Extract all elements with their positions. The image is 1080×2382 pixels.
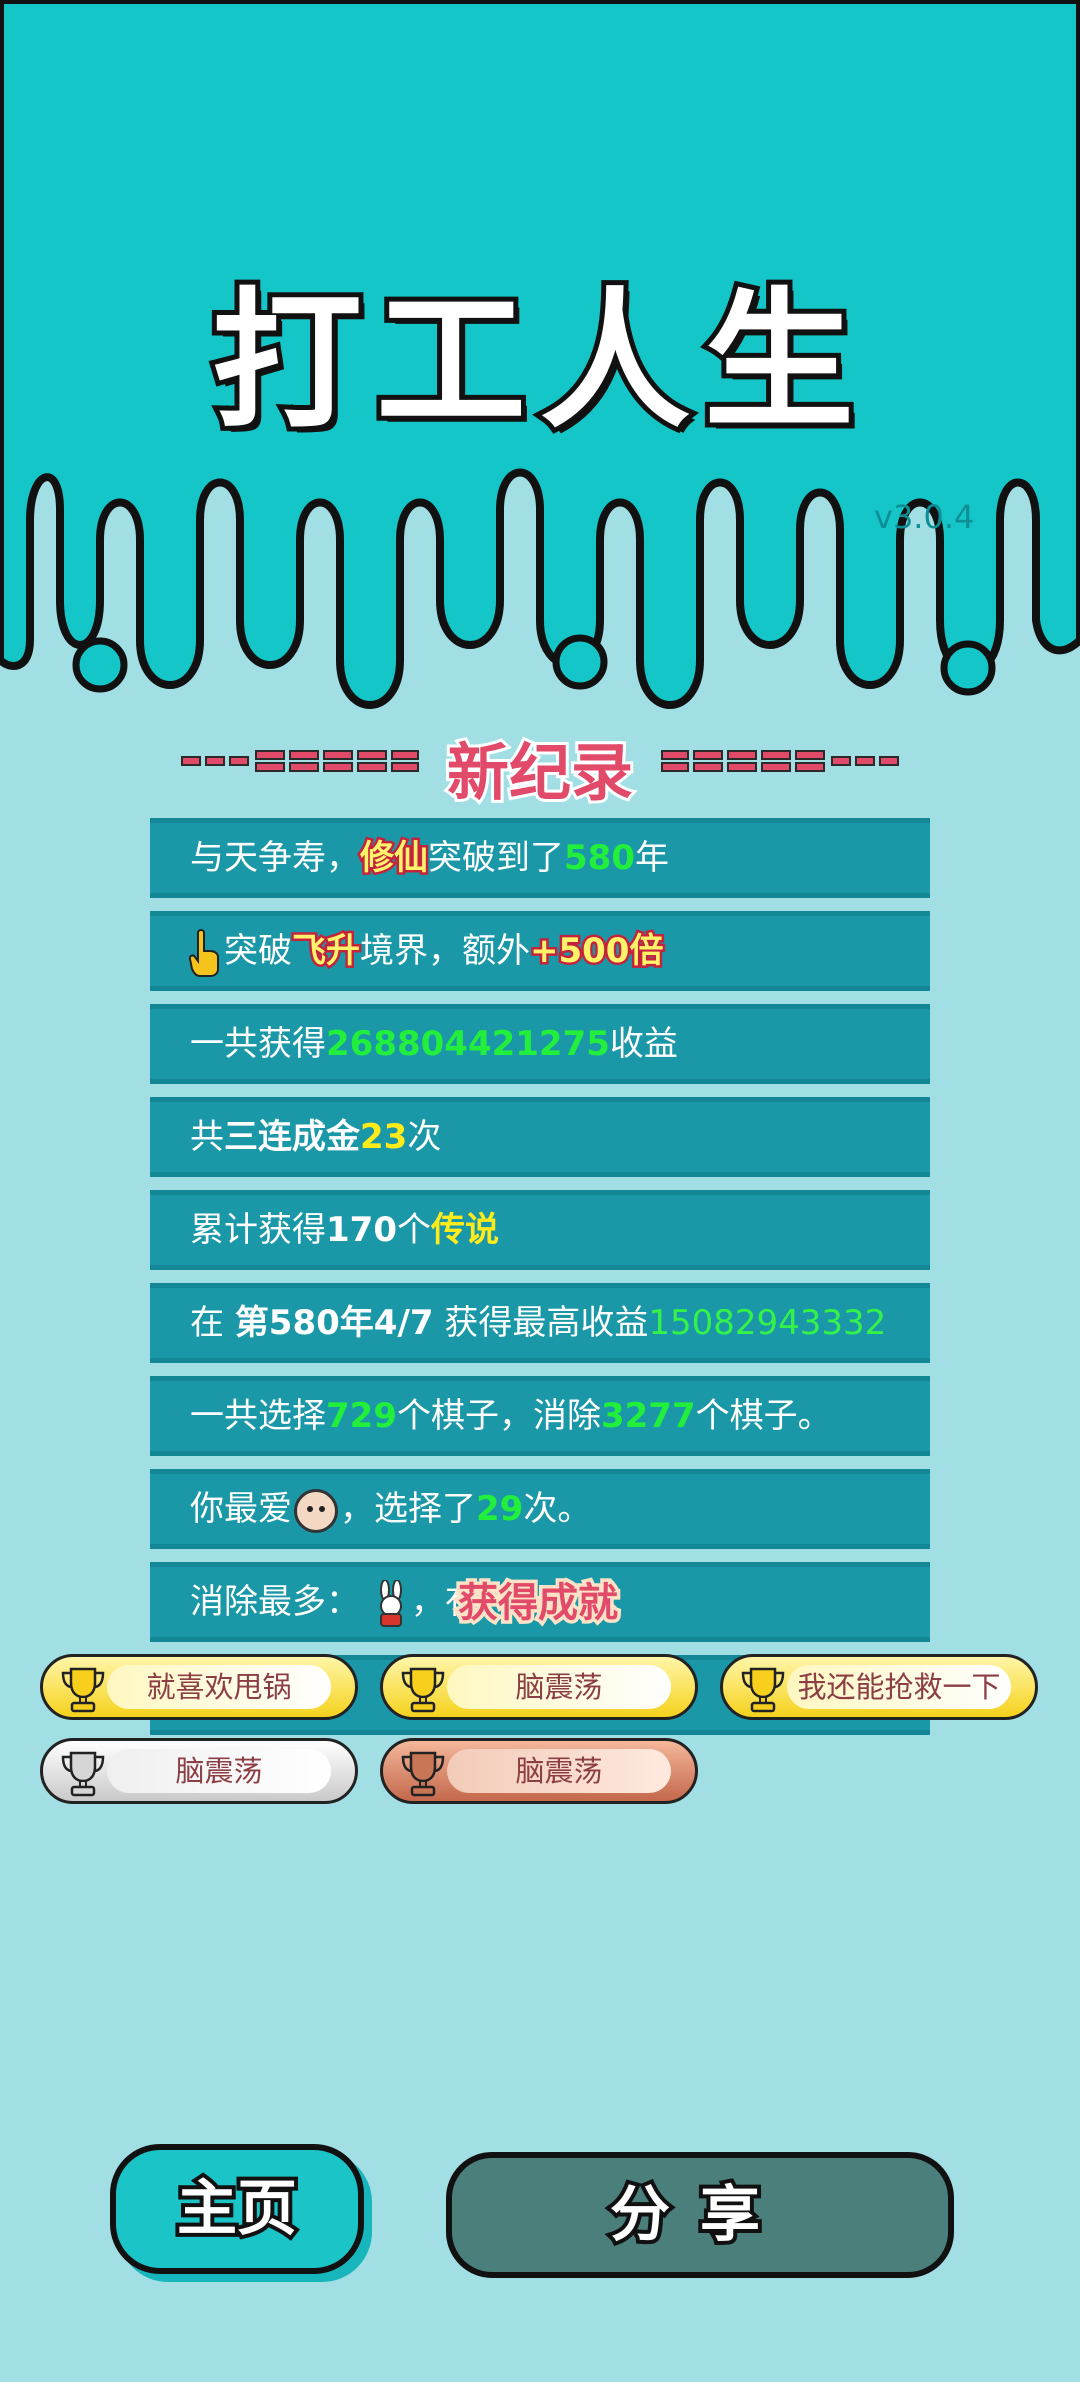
stat-row-ascension: 突破飞升境界，额外+500倍 <box>150 911 930 991</box>
stat-value: 170 <box>326 1210 397 1250</box>
game-title: 打工人生 <box>207 270 868 454</box>
badge-label: 就喜欢甩锅 <box>107 1665 331 1709</box>
stat-text: 共 <box>190 1117 224 1157</box>
stat-value: 23 <box>360 1117 408 1157</box>
gold-trophy-icon <box>61 1667 105 1713</box>
stat-highlight: 传说 <box>430 1210 499 1250</box>
stat-text: ，选择了 <box>340 1489 476 1529</box>
badge-achievement[interactable]: 脑震荡 <box>380 1654 698 1720</box>
stat-text: 累计获得 <box>190 1210 326 1250</box>
home-button[interactable]: 主页 <box>110 2144 364 2274</box>
stat-text: 境界，额外 <box>360 931 530 971</box>
stat-row-triple-gold: 共三连成金23次 <box>150 1097 930 1177</box>
badge-label: 脑震荡 <box>447 1749 671 1793</box>
stat-text: 个 <box>396 1210 431 1250</box>
stat-text: 次 <box>407 1117 442 1157</box>
stat-value: 268804421275 <box>326 1024 610 1064</box>
stat-value: 729 <box>326 1396 397 1436</box>
gold-trophy-icon <box>401 1667 445 1713</box>
stat-text: 一共获得 <box>190 1024 326 1064</box>
stat-text: 个棋子，消除 <box>396 1396 601 1436</box>
stat-value: 15082943332 <box>648 1303 887 1343</box>
badge-achievement[interactable]: 脑震荡 <box>40 1738 358 1804</box>
stat-text: 个棋子。 <box>695 1396 832 1436</box>
badge-achievement[interactable]: 就喜欢甩锅 <box>40 1654 358 1720</box>
pointing-hand-icon <box>188 928 219 977</box>
stat-row-legends: 累计获得170个传说 <box>150 1190 930 1270</box>
stat-value: 29 <box>476 1489 524 1529</box>
stat-highlight: 第580年4/7 <box>234 1303 434 1343</box>
stat-row-cultivation: 与天争寿，修仙突破到了580年 <box>150 818 930 898</box>
stat-text: 收益 <box>609 1024 678 1064</box>
stat-text: 突破 <box>224 931 292 971</box>
new-record-title: 新纪录 <box>444 733 636 812</box>
rabbit-icon <box>379 1579 402 1627</box>
gold-trophy-icon <box>741 1667 785 1713</box>
share-button[interactable]: 分享 <box>446 2152 954 2278</box>
badge-achievement[interactable]: 脑震荡 <box>380 1738 698 1804</box>
stat-text: 突破到了 <box>428 838 564 878</box>
badge-achievement[interactable]: 我还能抢救一下 <box>720 1654 1038 1720</box>
stat-highlight: 三连成金 <box>224 1117 360 1157</box>
stat-value: 580 <box>564 838 635 878</box>
version-label: v3.0.4 <box>874 498 975 536</box>
stat-text: 获得最高收益 <box>433 1303 649 1343</box>
stat-row-favorite: 你最爱 ，选择了29次。 <box>150 1469 930 1549</box>
silver-trophy-icon <box>61 1751 105 1797</box>
achievement-popup-label: 获得成就 <box>455 1577 622 1630</box>
face-avatar-icon <box>294 1488 338 1533</box>
stat-highlight: +500倍 <box>527 929 665 974</box>
stat-text: 你最爱 <box>190 1489 292 1529</box>
stat-highlight: 修仙 <box>358 836 431 881</box>
stat-row-total-income: 一共获得268804421275收益 <box>150 1004 930 1084</box>
stat-row-pieces: 一共选择729个棋子，消除3277个棋子。 <box>150 1376 930 1456</box>
badge-label: 脑震荡 <box>107 1749 331 1793</box>
stat-text: 年 <box>634 838 669 878</box>
stat-text: 消除最多： <box>190 1582 360 1622</box>
bronze-trophy-icon <box>401 1751 445 1797</box>
stat-text: 次。 <box>523 1489 592 1529</box>
stat-text: 在 <box>190 1303 235 1343</box>
stat-highlight: 飞升 <box>290 929 363 974</box>
badge-label: 我还能抢救一下 <box>787 1665 1011 1709</box>
badge-label: 脑震荡 <box>447 1665 671 1709</box>
stat-text: 与天争寿， <box>190 838 360 878</box>
stat-text: 一共选择 <box>190 1396 326 1436</box>
stat-value: 3277 <box>600 1396 696 1436</box>
stat-row-highest-income: 在 第580年4/7 获得最高收益15082943332 <box>150 1283 930 1363</box>
